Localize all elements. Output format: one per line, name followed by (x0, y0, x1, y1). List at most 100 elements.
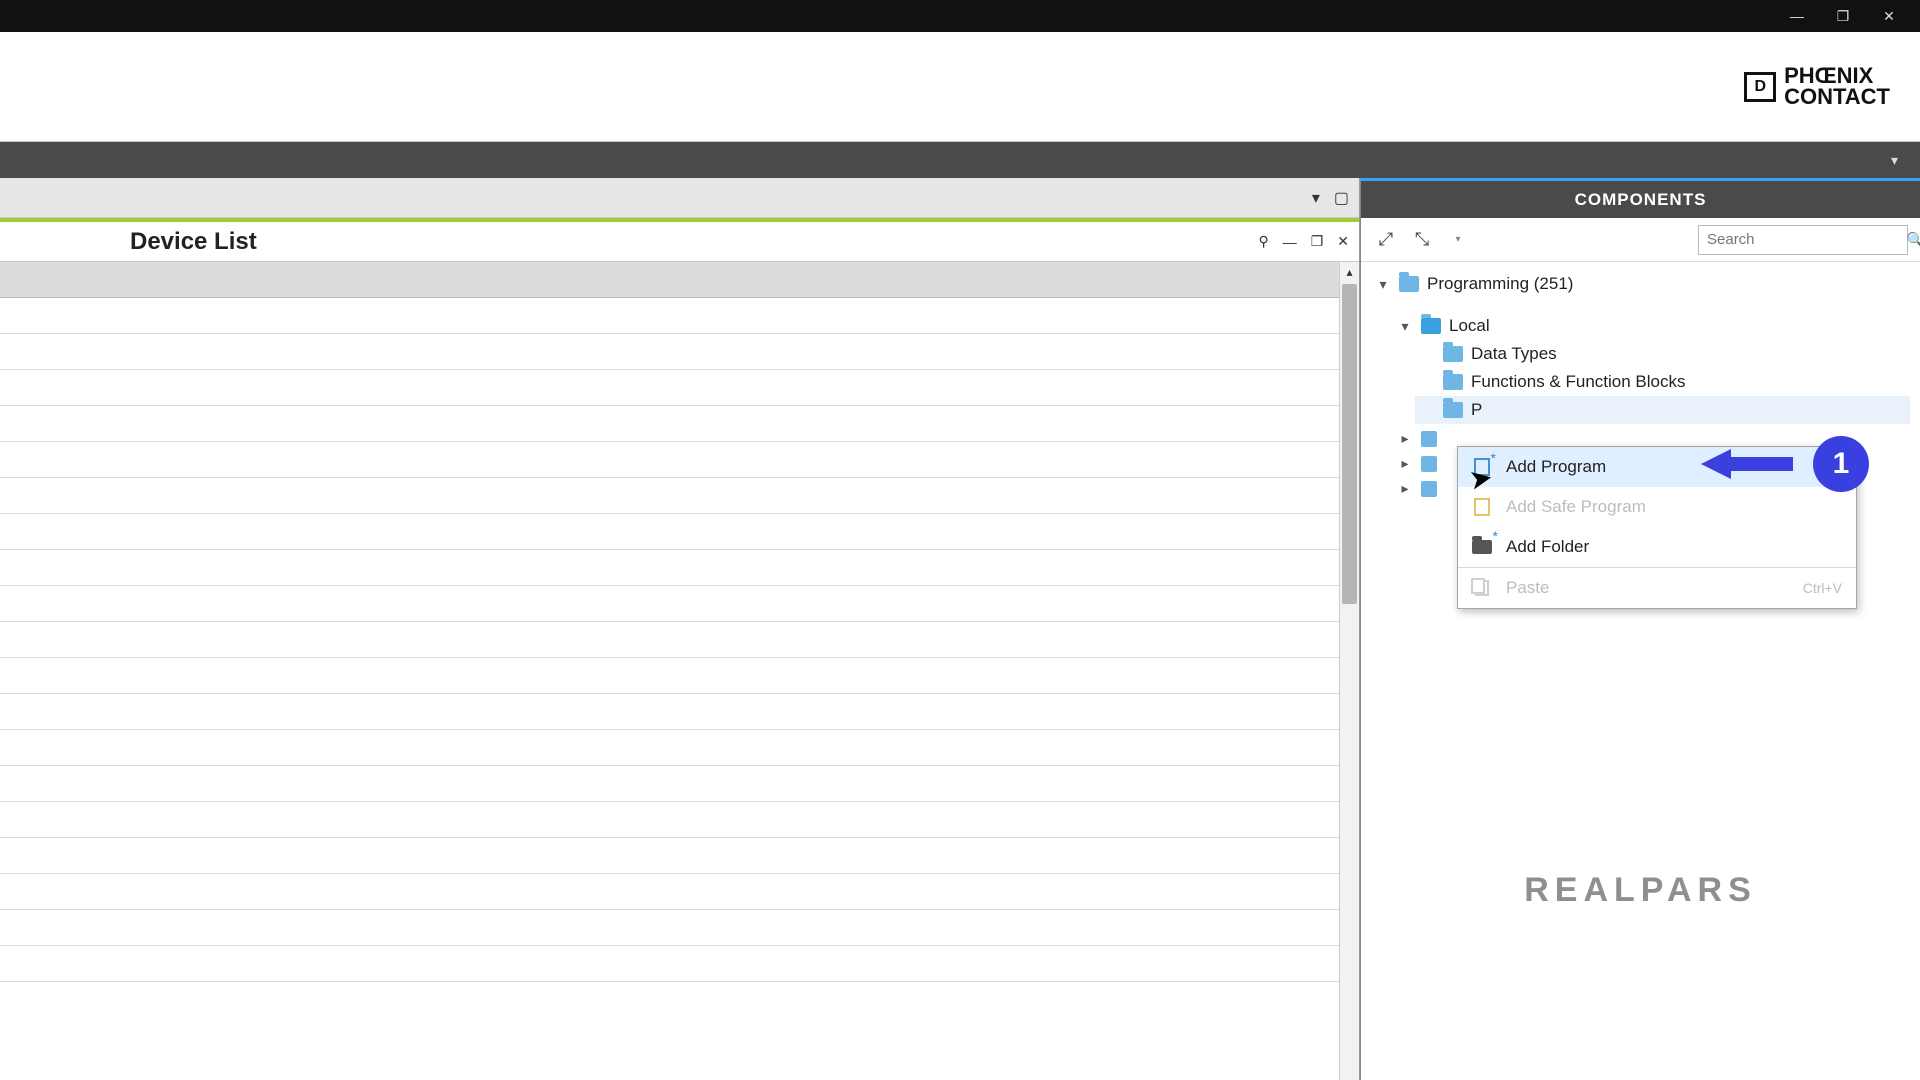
tab-minimize-button[interactable]: — (1283, 233, 1297, 250)
maximize-icon: ❐ (1837, 8, 1850, 25)
workspace-maximize-button[interactable]: ▢ (1334, 188, 1349, 208)
tab-controls: ⚲ — ❐ ✕ (1258, 233, 1349, 250)
search-box[interactable]: 🔍 (1698, 225, 1908, 255)
category-icon (1421, 481, 1437, 497)
workspace-dropdown-button[interactable]: ▾ (1312, 188, 1320, 208)
panel-menu-button[interactable]: ▾ (1445, 227, 1471, 253)
folder-icon (1399, 276, 1419, 292)
device-list-grid: ▴ (0, 262, 1359, 1080)
table-row (0, 442, 1359, 478)
add-program-icon (1472, 457, 1492, 477)
grid-rows (0, 298, 1359, 982)
menu-label: Add Folder (1506, 537, 1589, 557)
minimize-icon: — (1790, 8, 1804, 24)
table-row (0, 622, 1359, 658)
table-row (0, 406, 1359, 442)
scroll-up-icon[interactable]: ▴ (1340, 262, 1359, 282)
table-row (0, 370, 1359, 406)
workspace: ▾ ▢ Device List ⚲ — ❐ ✕ (0, 178, 1360, 1080)
tree-label: Functions & Function Blocks (1471, 372, 1685, 392)
tab-close-button[interactable]: ✕ (1337, 233, 1349, 250)
collapse-icon: ⤡ (1415, 229, 1429, 250)
chevron-right-icon[interactable]: ▸ (1397, 455, 1413, 472)
table-row (0, 766, 1359, 802)
tab-bar: Device List ⚲ — ❐ ✕ (0, 222, 1359, 262)
table-row (0, 658, 1359, 694)
collapse-all-button[interactable]: ⤡ (1409, 227, 1435, 253)
components-panel: COMPONENTS ⤢ ⤡ ▾ 🔍 ▾ Programming (251) (1360, 178, 1920, 1080)
chevron-down-icon: ▾ (1455, 234, 1460, 245)
panel-toolbar: ⤢ ⤡ ▾ 🔍 (1361, 218, 1920, 262)
spacer (1419, 346, 1435, 362)
search-input[interactable] (1707, 231, 1906, 248)
chevron-down-icon: ▾ (1312, 188, 1320, 208)
grid-header (0, 262, 1359, 298)
workspace-toolbar: ▾ ▢ (0, 178, 1359, 218)
tree-node-local[interactable]: ▾ Local (1393, 312, 1910, 340)
tree-node-functions-blocks[interactable]: Functions & Function Blocks (1415, 368, 1910, 396)
tree-node-programs[interactable]: P (1415, 396, 1910, 424)
main-split: ▾ ▢ Device List ⚲ — ❐ ✕ (0, 178, 1920, 1080)
table-row (0, 550, 1359, 586)
close-icon: ✕ (1883, 8, 1895, 25)
chevron-right-icon[interactable]: ▸ (1397, 480, 1413, 497)
menu-item-add-safe-program: Add Safe Program (1458, 487, 1856, 527)
window-close-button[interactable]: ✕ (1866, 0, 1912, 32)
chevron-down-icon[interactable]: ▾ (1397, 318, 1413, 335)
table-row (0, 838, 1359, 874)
tree-node-programming[interactable]: ▾ Programming (251) (1371, 270, 1910, 298)
table-row (0, 298, 1359, 334)
folder-icon (1443, 346, 1463, 362)
expand-icon: ⤢ (1379, 229, 1393, 250)
spacer (1419, 402, 1435, 418)
add-safe-program-icon (1472, 497, 1492, 517)
table-row (0, 946, 1359, 982)
toolbar-collapse-button[interactable]: ▾ (1881, 148, 1908, 173)
table-row (0, 730, 1359, 766)
folder-icon (1443, 402, 1463, 418)
tree-node-data-types[interactable]: Data Types (1415, 340, 1910, 368)
close-icon: ✕ (1337, 233, 1349, 250)
table-row (0, 910, 1359, 946)
paste-icon (1472, 578, 1492, 598)
pin-icon: ⚲ (1258, 233, 1268, 250)
table-row (0, 514, 1359, 550)
menu-label: Add Program (1506, 457, 1606, 477)
tree-label: Programming (251) (1427, 274, 1573, 294)
menu-shortcut: Ctrl+V (1803, 580, 1842, 596)
table-row (0, 586, 1359, 622)
category-icon (1421, 431, 1437, 447)
panel-title: COMPONENTS (1361, 178, 1920, 218)
brand-logo: D PHŒNIXCONTACT (1744, 66, 1890, 108)
tab-maximize-button[interactable]: ❐ (1311, 233, 1324, 250)
window-minimize-button[interactable]: — (1774, 0, 1820, 32)
maximize-icon: ❐ (1311, 233, 1324, 250)
table-row (0, 802, 1359, 838)
folder-icon (1421, 318, 1441, 334)
menu-label: Add Safe Program (1506, 497, 1646, 517)
scroll-thumb[interactable] (1342, 284, 1357, 604)
spacer (1419, 374, 1435, 390)
chevron-down-icon[interactable]: ▾ (1375, 276, 1391, 293)
ribbon: D PHŒNIXCONTACT (0, 32, 1920, 142)
expand-all-button[interactable]: ⤢ (1373, 227, 1399, 253)
table-row (0, 478, 1359, 514)
components-tree: ▾ Programming (251) ▾ Local Data Types F… (1361, 262, 1920, 1080)
table-row (0, 334, 1359, 370)
minimize-icon: — (1283, 234, 1297, 250)
search-icon: 🔍 (1906, 231, 1920, 249)
tab-pin-button[interactable]: ⚲ (1258, 233, 1268, 250)
add-folder-icon (1472, 537, 1492, 557)
brand-mark-icon: D (1744, 72, 1777, 102)
window-maximize-button[interactable]: ❐ (1820, 0, 1866, 32)
brand-text: PHŒNIXCONTACT (1784, 66, 1890, 108)
menu-label: Paste (1506, 578, 1549, 598)
chevron-right-icon[interactable]: ▸ (1397, 430, 1413, 447)
category-icon (1421, 456, 1437, 472)
menu-item-add-folder[interactable]: Add Folder (1458, 527, 1856, 567)
menu-item-add-program[interactable]: Add Program (1458, 447, 1856, 487)
vertical-scrollbar[interactable]: ▴ (1339, 262, 1359, 1080)
square-icon: ▢ (1334, 188, 1349, 208)
table-row (0, 694, 1359, 730)
tree-label: Data Types (1471, 344, 1557, 364)
